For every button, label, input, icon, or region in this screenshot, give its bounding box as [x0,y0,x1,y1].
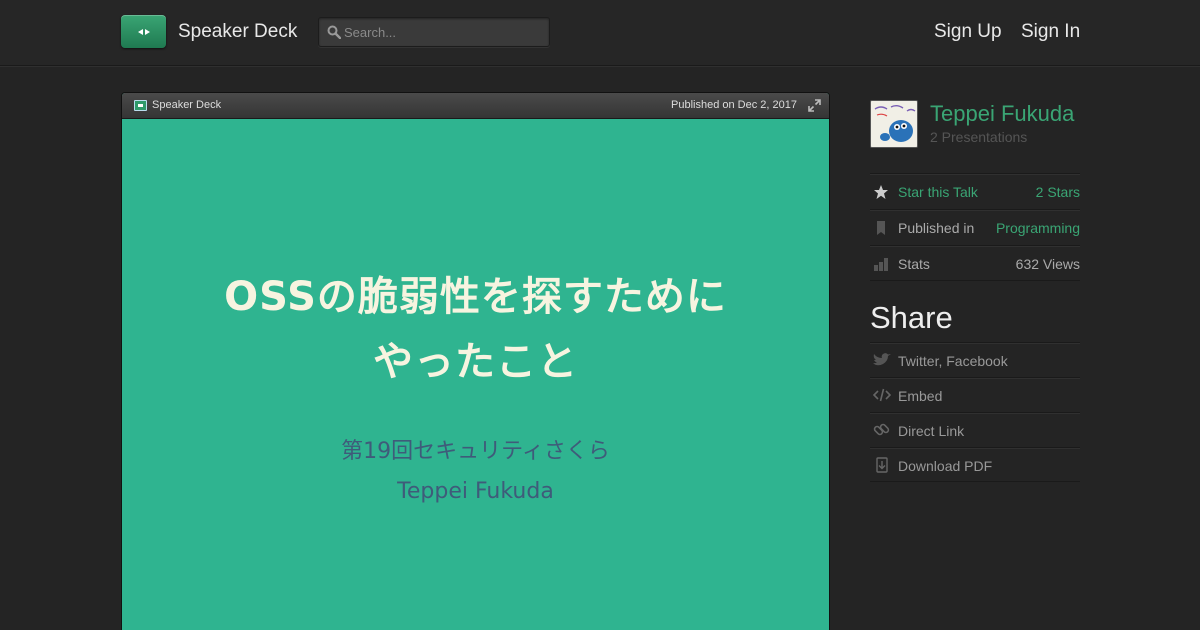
stars-count: 2 Stars [1035,184,1080,200]
stats-label: Stats [898,256,930,272]
mini-logo-icon [134,100,147,111]
author-name[interactable]: Teppei Fukuda [930,101,1074,127]
share-list: Twitter, Facebook Embed Direct Link Down… [870,342,1080,482]
published-in-label: Published in [898,220,975,236]
share-download-pdf-label[interactable]: Download PDF [898,458,992,474]
slide-player[interactable]: Speaker Deck Published on Dec 2, 2017 OS… [121,92,830,630]
sign-up-link[interactable]: Sign Up [934,21,1002,43]
share-embed-label[interactable]: Embed [898,388,942,404]
search-box[interactable] [318,17,550,47]
share-heading: Share [870,300,953,335]
share-direct-link[interactable]: Direct Link [870,412,1080,447]
link-icon [873,423,890,436]
bookmark-icon [877,221,885,235]
sign-in-link[interactable]: Sign In [1021,21,1080,43]
share-direct-link-label[interactable]: Direct Link [898,423,964,439]
logo-arrows-icon [121,15,166,48]
star-this-talk-label[interactable]: Star this Talk [898,184,978,200]
views-count: 632 Views [1015,256,1080,272]
code-icon [872,388,892,402]
slide-title: OSSの脆弱性を探すために やったこと [122,265,829,395]
share-social-label[interactable]: Twitter, Facebook [898,353,1008,369]
published-in-row: Published in Programming [870,209,1080,245]
brand-name[interactable]: Speaker Deck [178,21,297,43]
download-icon [876,457,888,473]
star-row[interactable]: Star this Talk 2 Stars [870,173,1080,209]
avatar-illustration [871,101,917,147]
bird-icon [873,353,891,366]
author-avatar[interactable] [870,100,918,148]
published-date: Published on Dec 2, 2017 [671,99,797,111]
top-header: Speaker Deck Sign Up Sign In [0,0,1200,66]
speaker-deck-logo[interactable] [121,15,166,48]
share-download-pdf[interactable]: Download PDF [870,447,1080,482]
presentation-count: 2 Presentations [930,129,1028,145]
star-icon [874,185,888,199]
search-input[interactable] [344,18,544,46]
player-toolbar: Speaker Deck Published on Dec 2, 2017 [122,93,829,119]
player-brand[interactable]: Speaker Deck [152,99,221,111]
stats-row: Stats 632 Views [870,245,1080,281]
bar-chart-icon [874,258,888,271]
expand-icon[interactable] [808,99,821,112]
share-embed[interactable]: Embed [870,377,1080,412]
slide-title-line2: やったこと [373,339,578,385]
talk-info-list: Star this Talk 2 Stars Published in Prog… [870,173,1080,281]
search-icon [327,25,341,39]
share-social[interactable]: Twitter, Facebook [870,342,1080,377]
slide-title-line1: OSSの脆弱性を探すために [224,274,727,320]
slide-event: 第19回セキュリティさくら [341,439,610,464]
slide-author: Teppei Fukuda [397,479,554,504]
category-link[interactable]: Programming [996,220,1080,236]
